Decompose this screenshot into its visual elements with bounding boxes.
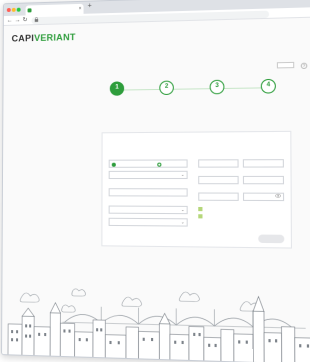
state-select[interactable]: ⌄ xyxy=(108,217,188,227)
password-input[interactable] xyxy=(242,192,285,202)
phone-input[interactable] xyxy=(198,175,239,185)
new-tab-button[interactable]: + xyxy=(88,3,92,10)
language-select[interactable] xyxy=(276,61,295,69)
help-icon[interactable]: ? xyxy=(300,62,308,70)
step-4: 4 xyxy=(245,78,293,96)
register-button[interactable] xyxy=(258,234,285,244)
radio-dot-2 xyxy=(157,162,162,167)
city-skyline-illustration xyxy=(2,275,310,362)
tab-close-icon[interactable]: × xyxy=(79,4,82,14)
step-3-label xyxy=(194,96,241,97)
maximize-window-dot[interactable] xyxy=(16,7,21,12)
minimize-window-dot[interactable] xyxy=(11,7,16,12)
radio-dot-1 xyxy=(111,162,116,167)
browser-window: × + ← → ↻ CAPIVERIANT ? 1 2 3 4 ⌄ ⌄ ⌄ xyxy=(1,0,310,362)
terms-check-box xyxy=(198,207,203,212)
page-footer xyxy=(96,259,297,272)
step-1: 1 xyxy=(94,81,139,98)
page-content: CAPIVERIANT ? 1 2 3 4 ⌄ ⌄ ⌄ xyxy=(2,17,310,362)
logo-text-b: VERIANT xyxy=(34,32,76,44)
step-2-circle: 2 xyxy=(159,80,174,96)
step-3-circle: 3 xyxy=(209,79,225,95)
form-intro xyxy=(109,136,288,137)
organization-name-input[interactable] xyxy=(108,188,188,197)
first-name-input[interactable] xyxy=(198,159,239,168)
step-4-label xyxy=(245,95,292,96)
step-2: 2 xyxy=(144,80,190,97)
intro-text xyxy=(92,60,259,63)
last-name-input[interactable] xyxy=(242,159,284,168)
step-1-label xyxy=(94,97,139,98)
progress-stepper: 1 2 3 4 xyxy=(109,78,294,123)
back-button[interactable]: ← xyxy=(7,17,13,25)
radio-option-1[interactable] xyxy=(111,162,117,168)
chevron-down-icon: ⌄ xyxy=(180,219,185,225)
organization-type-radios xyxy=(108,159,188,168)
terms-checkbox[interactable] xyxy=(198,207,203,212)
step-1-circle: 1 xyxy=(109,81,125,96)
privacy-check-box xyxy=(198,214,203,219)
favicon-icon xyxy=(27,8,32,13)
brand-logo[interactable]: CAPIVERIANT xyxy=(12,32,76,44)
close-window-dot[interactable] xyxy=(6,7,11,13)
step-4-circle: 4 xyxy=(260,78,276,94)
step-2-label xyxy=(144,97,190,98)
mobile-input[interactable] xyxy=(242,175,285,185)
chevron-down-icon: ⌄ xyxy=(180,171,185,177)
radio-option-2[interactable] xyxy=(157,162,162,168)
step-3: 3 xyxy=(194,79,241,96)
country-select[interactable]: ⌄ xyxy=(108,205,188,215)
eye-icon[interactable] xyxy=(275,194,280,200)
privacy-checkbox[interactable] xyxy=(198,214,203,219)
reload-button[interactable]: ↻ xyxy=(23,16,28,24)
email-input[interactable] xyxy=(198,192,239,201)
forward-button[interactable]: → xyxy=(15,17,21,25)
lock-icon xyxy=(34,17,39,24)
organization-select[interactable]: ⌄ xyxy=(108,170,188,180)
screen-stage: × + ← → ↻ CAPIVERIANT ? 1 2 3 4 ⌄ ⌄ ⌄ xyxy=(0,0,310,362)
registration-form: ⌄ ⌄ ⌄ xyxy=(101,130,293,249)
chevron-down-icon: ⌄ xyxy=(180,206,185,213)
logo-text-a: CAPI xyxy=(11,33,35,44)
